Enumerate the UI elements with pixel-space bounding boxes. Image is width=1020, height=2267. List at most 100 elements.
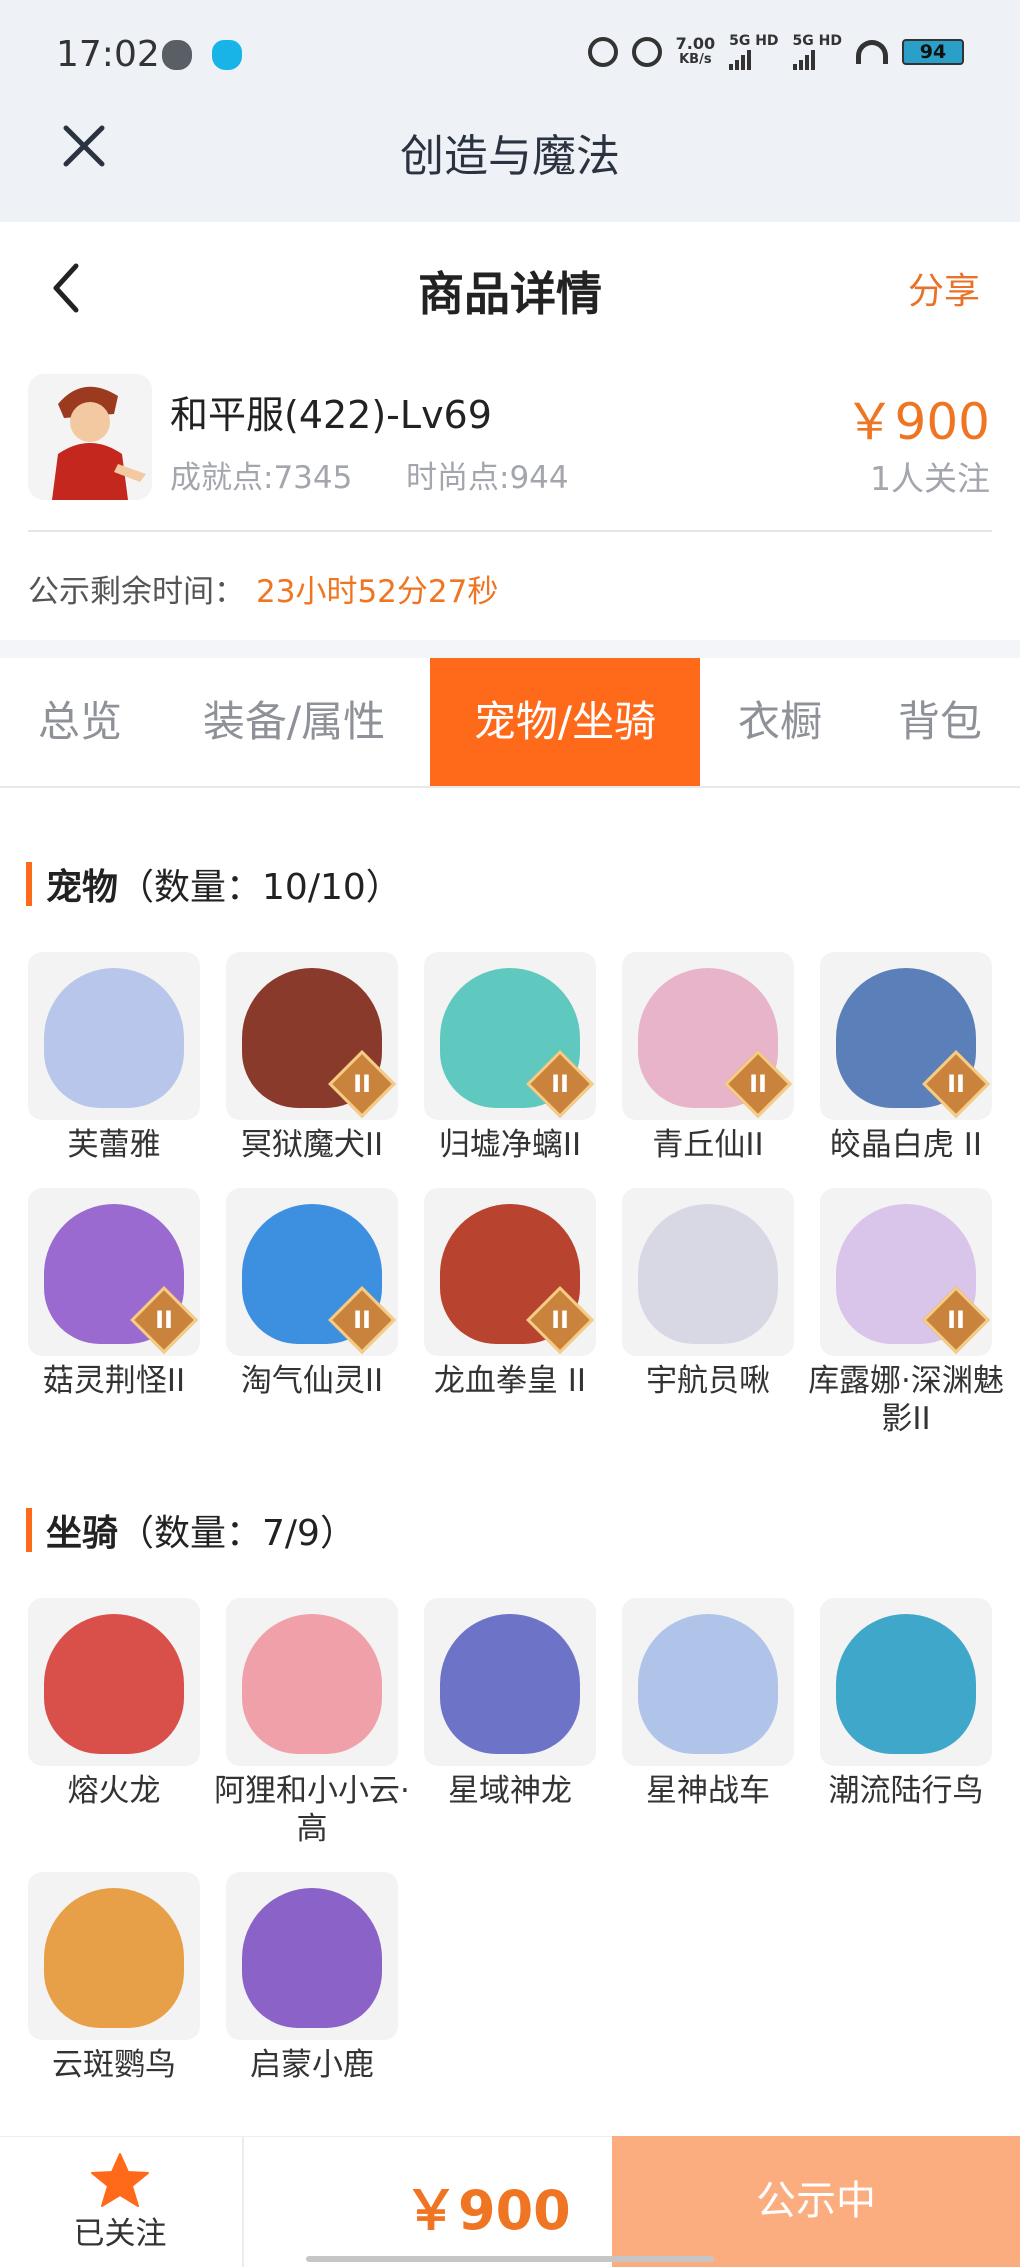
mount-name: 星域神龙 bbox=[448, 1773, 572, 1809]
pet-item[interactable]: II 皎晶白虎 II bbox=[820, 952, 992, 1164]
mount-item[interactable]: 启蒙小鹿 bbox=[226, 1872, 398, 2084]
mount-thumbnail bbox=[622, 1598, 794, 1766]
publicity-button[interactable]: 公示中 bbox=[612, 2136, 1020, 2267]
mount-name: 熔火龙 bbox=[67, 1773, 161, 1809]
pet-item[interactable]: II 归墟净螭II bbox=[424, 952, 596, 1164]
listing-price: ￥900 bbox=[844, 393, 990, 451]
pet-thumbnail: II bbox=[820, 1188, 992, 1356]
wechat-icon bbox=[162, 40, 192, 70]
section-marker bbox=[26, 862, 32, 906]
divider bbox=[242, 2136, 244, 2267]
pet-item[interactable]: II 青丘仙II bbox=[622, 952, 794, 1164]
pet-name: 归墟净螭II bbox=[438, 1127, 582, 1163]
mount-name: 潮流陆行鸟 bbox=[828, 1773, 984, 1809]
pet-name: 宇航员啾 bbox=[646, 1363, 770, 1399]
tab-backpack[interactable]: 背包 bbox=[870, 658, 1010, 786]
bottom-price: ￥900 bbox=[404, 2179, 571, 2242]
mount-portrait-icon bbox=[44, 1614, 184, 1754]
status-time: 17:02 bbox=[56, 34, 160, 75]
sim1-signal: 5G HD bbox=[729, 34, 779, 70]
server-level: 和平服(422)-Lv69 bbox=[170, 393, 492, 437]
mount-item[interactable]: 阿狸和小小云·高 bbox=[214, 1598, 410, 1848]
pet-portrait-icon bbox=[44, 968, 184, 1108]
signal-bars-icon bbox=[792, 48, 842, 70]
mount-thumbnail bbox=[424, 1598, 596, 1766]
pet-thumbnail: II bbox=[424, 952, 596, 1120]
pet-name: 芙蕾雅 bbox=[67, 1127, 161, 1163]
fashion-points: 时尚点:944 bbox=[406, 460, 569, 496]
followed-label[interactable]: 已关注 bbox=[60, 2208, 180, 2253]
mount-item[interactable]: 星神战车 bbox=[622, 1598, 794, 1810]
pet-name: 菇灵荆怪II bbox=[42, 1363, 186, 1399]
tab-bar: 总览 装备/属性 宠物/坐骑 衣橱 背包 bbox=[0, 658, 1020, 788]
pet-thumbnail: II bbox=[820, 952, 992, 1120]
section-marker bbox=[26, 1508, 32, 1552]
pet-portrait-icon bbox=[638, 1204, 778, 1344]
mount-item[interactable]: 星域神龙 bbox=[424, 1598, 596, 1810]
tab-equipment[interactable]: 装备/属性 bbox=[176, 658, 412, 786]
pet-item[interactable]: II 淘气仙灵II bbox=[226, 1188, 398, 1400]
signal-bars-icon bbox=[729, 48, 778, 70]
mount-name: 星神战车 bbox=[646, 1773, 770, 1809]
qq-icon bbox=[212, 40, 242, 70]
pet-name: 龙血拳皇 II bbox=[433, 1363, 587, 1399]
pet-name: 淘气仙灵II bbox=[240, 1363, 384, 1399]
mount-portrait-icon bbox=[440, 1614, 580, 1754]
star-icon[interactable] bbox=[90, 2152, 150, 2208]
pet-name: 库露娜·深渊魅影II bbox=[808, 1363, 1004, 1437]
pet-thumbnail: II bbox=[226, 1188, 398, 1356]
tab-overview[interactable]: 总览 bbox=[0, 658, 160, 786]
status-right-icons: 7.00 KB/s 5G HD 5G HD 94 bbox=[587, 34, 964, 70]
mounts-section-title: 坐骑（数量：7/9） bbox=[46, 1513, 356, 1554]
mount-thumbnail bbox=[226, 1598, 398, 1766]
divider bbox=[28, 530, 992, 532]
page-title: 商品详情 bbox=[418, 267, 602, 321]
mount-portrait-icon bbox=[836, 1614, 976, 1754]
status-left-icons bbox=[162, 40, 242, 70]
wifi-icon bbox=[856, 40, 888, 64]
pet-thumbnail: II bbox=[28, 1188, 200, 1356]
pet-item[interactable]: II 冥狱魔犬II bbox=[226, 952, 398, 1164]
pet-item[interactable]: II 菇灵荆怪II bbox=[28, 1188, 200, 1400]
tab-wardrobe[interactable]: 衣橱 bbox=[710, 658, 850, 786]
mount-thumbnail bbox=[226, 1872, 398, 2040]
character-avatar bbox=[28, 374, 152, 500]
network-speed: 7.00 KB/s bbox=[675, 34, 716, 68]
mute-icon bbox=[631, 37, 662, 67]
mount-thumbnail bbox=[28, 1598, 200, 1766]
mount-thumbnail bbox=[820, 1598, 992, 1766]
pet-thumbnail: II bbox=[424, 1188, 596, 1356]
pet-item[interactable]: 宇航员啾 bbox=[622, 1188, 794, 1400]
pet-name: 青丘仙II bbox=[652, 1127, 764, 1163]
mount-name: 阿狸和小小云·高 bbox=[214, 1773, 410, 1847]
pet-name: 冥狱魔犬II bbox=[240, 1127, 384, 1163]
mount-item[interactable]: 云斑鹦鸟 bbox=[28, 1872, 200, 2084]
mount-portrait-icon bbox=[242, 1614, 382, 1754]
follower-count: 1人关注 bbox=[870, 459, 990, 498]
pets-section-title: 宠物（数量：10/10） bbox=[46, 867, 402, 908]
pet-item[interactable]: 芙蕾雅 bbox=[28, 952, 200, 1164]
pet-thumbnail: II bbox=[622, 952, 794, 1120]
pet-thumbnail bbox=[622, 1188, 794, 1356]
share-button[interactable]: 分享 bbox=[908, 262, 980, 314]
mount-portrait-icon bbox=[242, 1888, 382, 2028]
mount-thumbnail bbox=[28, 1872, 200, 2040]
tab-pets-mounts[interactable]: 宠物/坐骑 bbox=[430, 658, 700, 786]
pet-item[interactable]: II 龙血拳皇 II bbox=[424, 1188, 596, 1400]
battery-icon: 94 bbox=[902, 39, 964, 65]
pet-thumbnail bbox=[28, 952, 200, 1120]
pet-thumbnail: II bbox=[226, 952, 398, 1120]
sim2-signal: 5G HD bbox=[792, 34, 842, 70]
mount-name: 启蒙小鹿 bbox=[250, 2047, 374, 2083]
pet-item[interactable]: II 库露娜·深渊魅影II bbox=[808, 1188, 1004, 1438]
home-indicator bbox=[306, 2256, 714, 2262]
countdown-label: 公示剩余时间： bbox=[28, 574, 245, 610]
mount-name: 云斑鹦鸟 bbox=[52, 2047, 176, 2083]
countdown-value: 23小时52分27秒 bbox=[256, 574, 499, 610]
character-portrait-icon bbox=[28, 374, 152, 500]
mount-item[interactable]: 潮流陆行鸟 bbox=[820, 1598, 992, 1810]
achievement-points: 成就点:7345 bbox=[170, 460, 353, 496]
mount-item[interactable]: 熔火龙 bbox=[28, 1598, 200, 1810]
pet-name: 皎晶白虎 II bbox=[829, 1127, 983, 1163]
mount-portrait-icon bbox=[44, 1888, 184, 2028]
